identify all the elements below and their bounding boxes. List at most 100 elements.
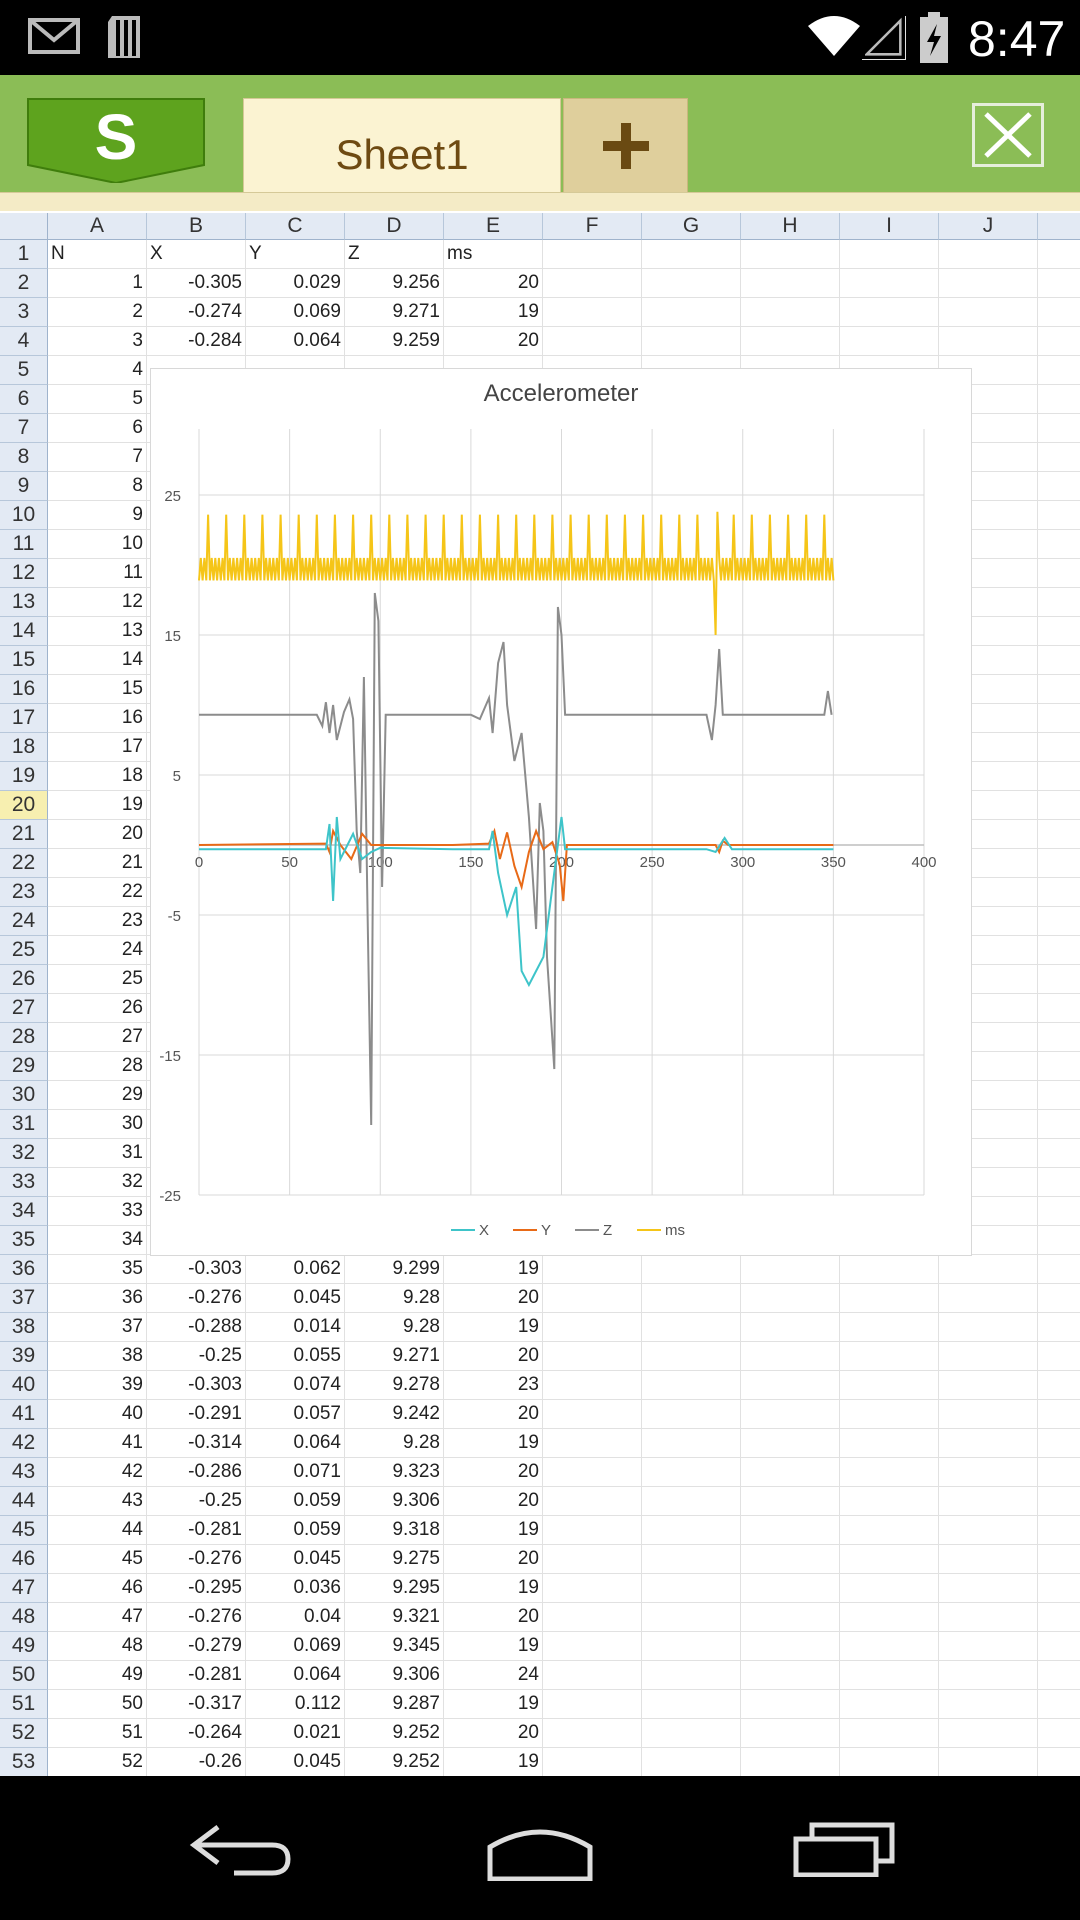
- table-cell[interactable]: [543, 240, 642, 269]
- table-cell[interactable]: [939, 1371, 1038, 1400]
- row-header[interactable]: 49: [0, 1632, 48, 1661]
- table-cell[interactable]: [1038, 1197, 1080, 1226]
- table-cell[interactable]: [642, 298, 741, 327]
- table-cell[interactable]: [741, 1516, 840, 1545]
- row-header[interactable]: 36: [0, 1255, 48, 1284]
- table-cell[interactable]: [840, 1632, 939, 1661]
- table-cell[interactable]: [840, 1748, 939, 1776]
- row-header[interactable]: 42: [0, 1429, 48, 1458]
- table-cell[interactable]: 0.045: [246, 1545, 345, 1574]
- table-cell[interactable]: [1038, 1110, 1080, 1139]
- table-cell[interactable]: 15: [48, 675, 147, 704]
- table-cell[interactable]: [543, 1255, 642, 1284]
- table-cell[interactable]: [840, 327, 939, 356]
- table-cell[interactable]: [1038, 530, 1080, 559]
- table-cell[interactable]: [939, 1342, 1038, 1371]
- table-cell[interactable]: 9.295: [345, 1574, 444, 1603]
- table-cell[interactable]: [1038, 1545, 1080, 1574]
- column-header-a[interactable]: A: [48, 213, 147, 240]
- table-cell[interactable]: 27: [48, 1023, 147, 1052]
- table-cell[interactable]: 20: [444, 1719, 543, 1748]
- table-cell[interactable]: 38: [48, 1342, 147, 1371]
- table-cell[interactable]: [741, 327, 840, 356]
- row-header[interactable]: 16: [0, 675, 48, 704]
- table-cell[interactable]: [840, 1458, 939, 1487]
- table-cell[interactable]: -0.314: [147, 1429, 246, 1458]
- table-cell[interactable]: 0.112: [246, 1690, 345, 1719]
- table-cell[interactable]: [642, 269, 741, 298]
- table-cell[interactable]: [543, 1429, 642, 1458]
- table-cell[interactable]: -0.276: [147, 1603, 246, 1632]
- table-cell[interactable]: 35: [48, 1255, 147, 1284]
- table-cell[interactable]: 9.28: [345, 1313, 444, 1342]
- column-header-e[interactable]: E: [444, 213, 543, 240]
- row-header[interactable]: 23: [0, 878, 48, 907]
- table-cell[interactable]: [840, 1603, 939, 1632]
- table-cell[interactable]: 9.275: [345, 1545, 444, 1574]
- table-cell[interactable]: 20: [444, 269, 543, 298]
- row-header[interactable]: 37: [0, 1284, 48, 1313]
- table-cell[interactable]: 9.271: [345, 1342, 444, 1371]
- column-header-b[interactable]: B: [147, 213, 246, 240]
- table-cell[interactable]: [1038, 936, 1080, 965]
- row-header[interactable]: 20: [0, 791, 48, 820]
- table-cell[interactable]: [741, 1342, 840, 1371]
- table-cell[interactable]: [642, 1690, 741, 1719]
- table-cell[interactable]: [741, 240, 840, 269]
- table-cell[interactable]: [741, 1487, 840, 1516]
- table-cell[interactable]: [1038, 1748, 1080, 1776]
- table-cell[interactable]: [1038, 269, 1080, 298]
- table-cell[interactable]: [840, 1429, 939, 1458]
- table-cell[interactable]: 9: [48, 501, 147, 530]
- table-cell[interactable]: 20: [444, 1400, 543, 1429]
- table-cell[interactable]: [840, 1719, 939, 1748]
- table-cell[interactable]: [741, 1690, 840, 1719]
- table-cell[interactable]: 0.071: [246, 1458, 345, 1487]
- table-cell[interactable]: -0.281: [147, 1516, 246, 1545]
- table-cell[interactable]: 20: [444, 1284, 543, 1313]
- table-cell[interactable]: [1038, 1226, 1080, 1255]
- table-cell[interactable]: [543, 1719, 642, 1748]
- table-cell[interactable]: [1038, 559, 1080, 588]
- table-cell[interactable]: -0.288: [147, 1313, 246, 1342]
- table-cell[interactable]: 21: [48, 849, 147, 878]
- table-cell[interactable]: 0.064: [246, 327, 345, 356]
- table-cell[interactable]: [939, 1632, 1038, 1661]
- row-header[interactable]: 14: [0, 617, 48, 646]
- row-header[interactable]: 1: [0, 240, 48, 269]
- table-cell[interactable]: [1038, 414, 1080, 443]
- table-cell[interactable]: [1038, 1081, 1080, 1110]
- table-cell[interactable]: 41: [48, 1429, 147, 1458]
- table-cell[interactable]: [939, 1690, 1038, 1719]
- table-cell[interactable]: 20: [444, 1342, 543, 1371]
- table-cell[interactable]: 0.021: [246, 1719, 345, 1748]
- table-cell[interactable]: 2: [48, 298, 147, 327]
- row-header[interactable]: 32: [0, 1139, 48, 1168]
- table-cell[interactable]: [642, 1313, 741, 1342]
- table-cell[interactable]: 9.252: [345, 1719, 444, 1748]
- table-cell[interactable]: 1: [48, 269, 147, 298]
- table-cell[interactable]: 32: [48, 1168, 147, 1197]
- row-header[interactable]: 27: [0, 994, 48, 1023]
- table-cell[interactable]: [1038, 1632, 1080, 1661]
- table-cell[interactable]: [642, 1458, 741, 1487]
- row-header[interactable]: 45: [0, 1516, 48, 1545]
- table-cell[interactable]: [543, 1748, 642, 1776]
- table-cell[interactable]: [1038, 646, 1080, 675]
- row-header[interactable]: 35: [0, 1226, 48, 1255]
- table-cell[interactable]: [1038, 1168, 1080, 1197]
- table-cell[interactable]: [741, 1458, 840, 1487]
- table-cell[interactable]: 14: [48, 646, 147, 675]
- table-cell[interactable]: [939, 1255, 1038, 1284]
- column-header-d[interactable]: D: [345, 213, 444, 240]
- row-header[interactable]: 22: [0, 849, 48, 878]
- table-cell[interactable]: 20: [444, 1487, 543, 1516]
- table-cell[interactable]: [939, 1661, 1038, 1690]
- row-header[interactable]: 10: [0, 501, 48, 530]
- table-cell[interactable]: [543, 1574, 642, 1603]
- table-cell[interactable]: [543, 1284, 642, 1313]
- table-cell[interactable]: [642, 1284, 741, 1313]
- table-cell[interactable]: 19: [444, 1748, 543, 1776]
- table-cell[interactable]: [1038, 1052, 1080, 1081]
- row-header[interactable]: 9: [0, 472, 48, 501]
